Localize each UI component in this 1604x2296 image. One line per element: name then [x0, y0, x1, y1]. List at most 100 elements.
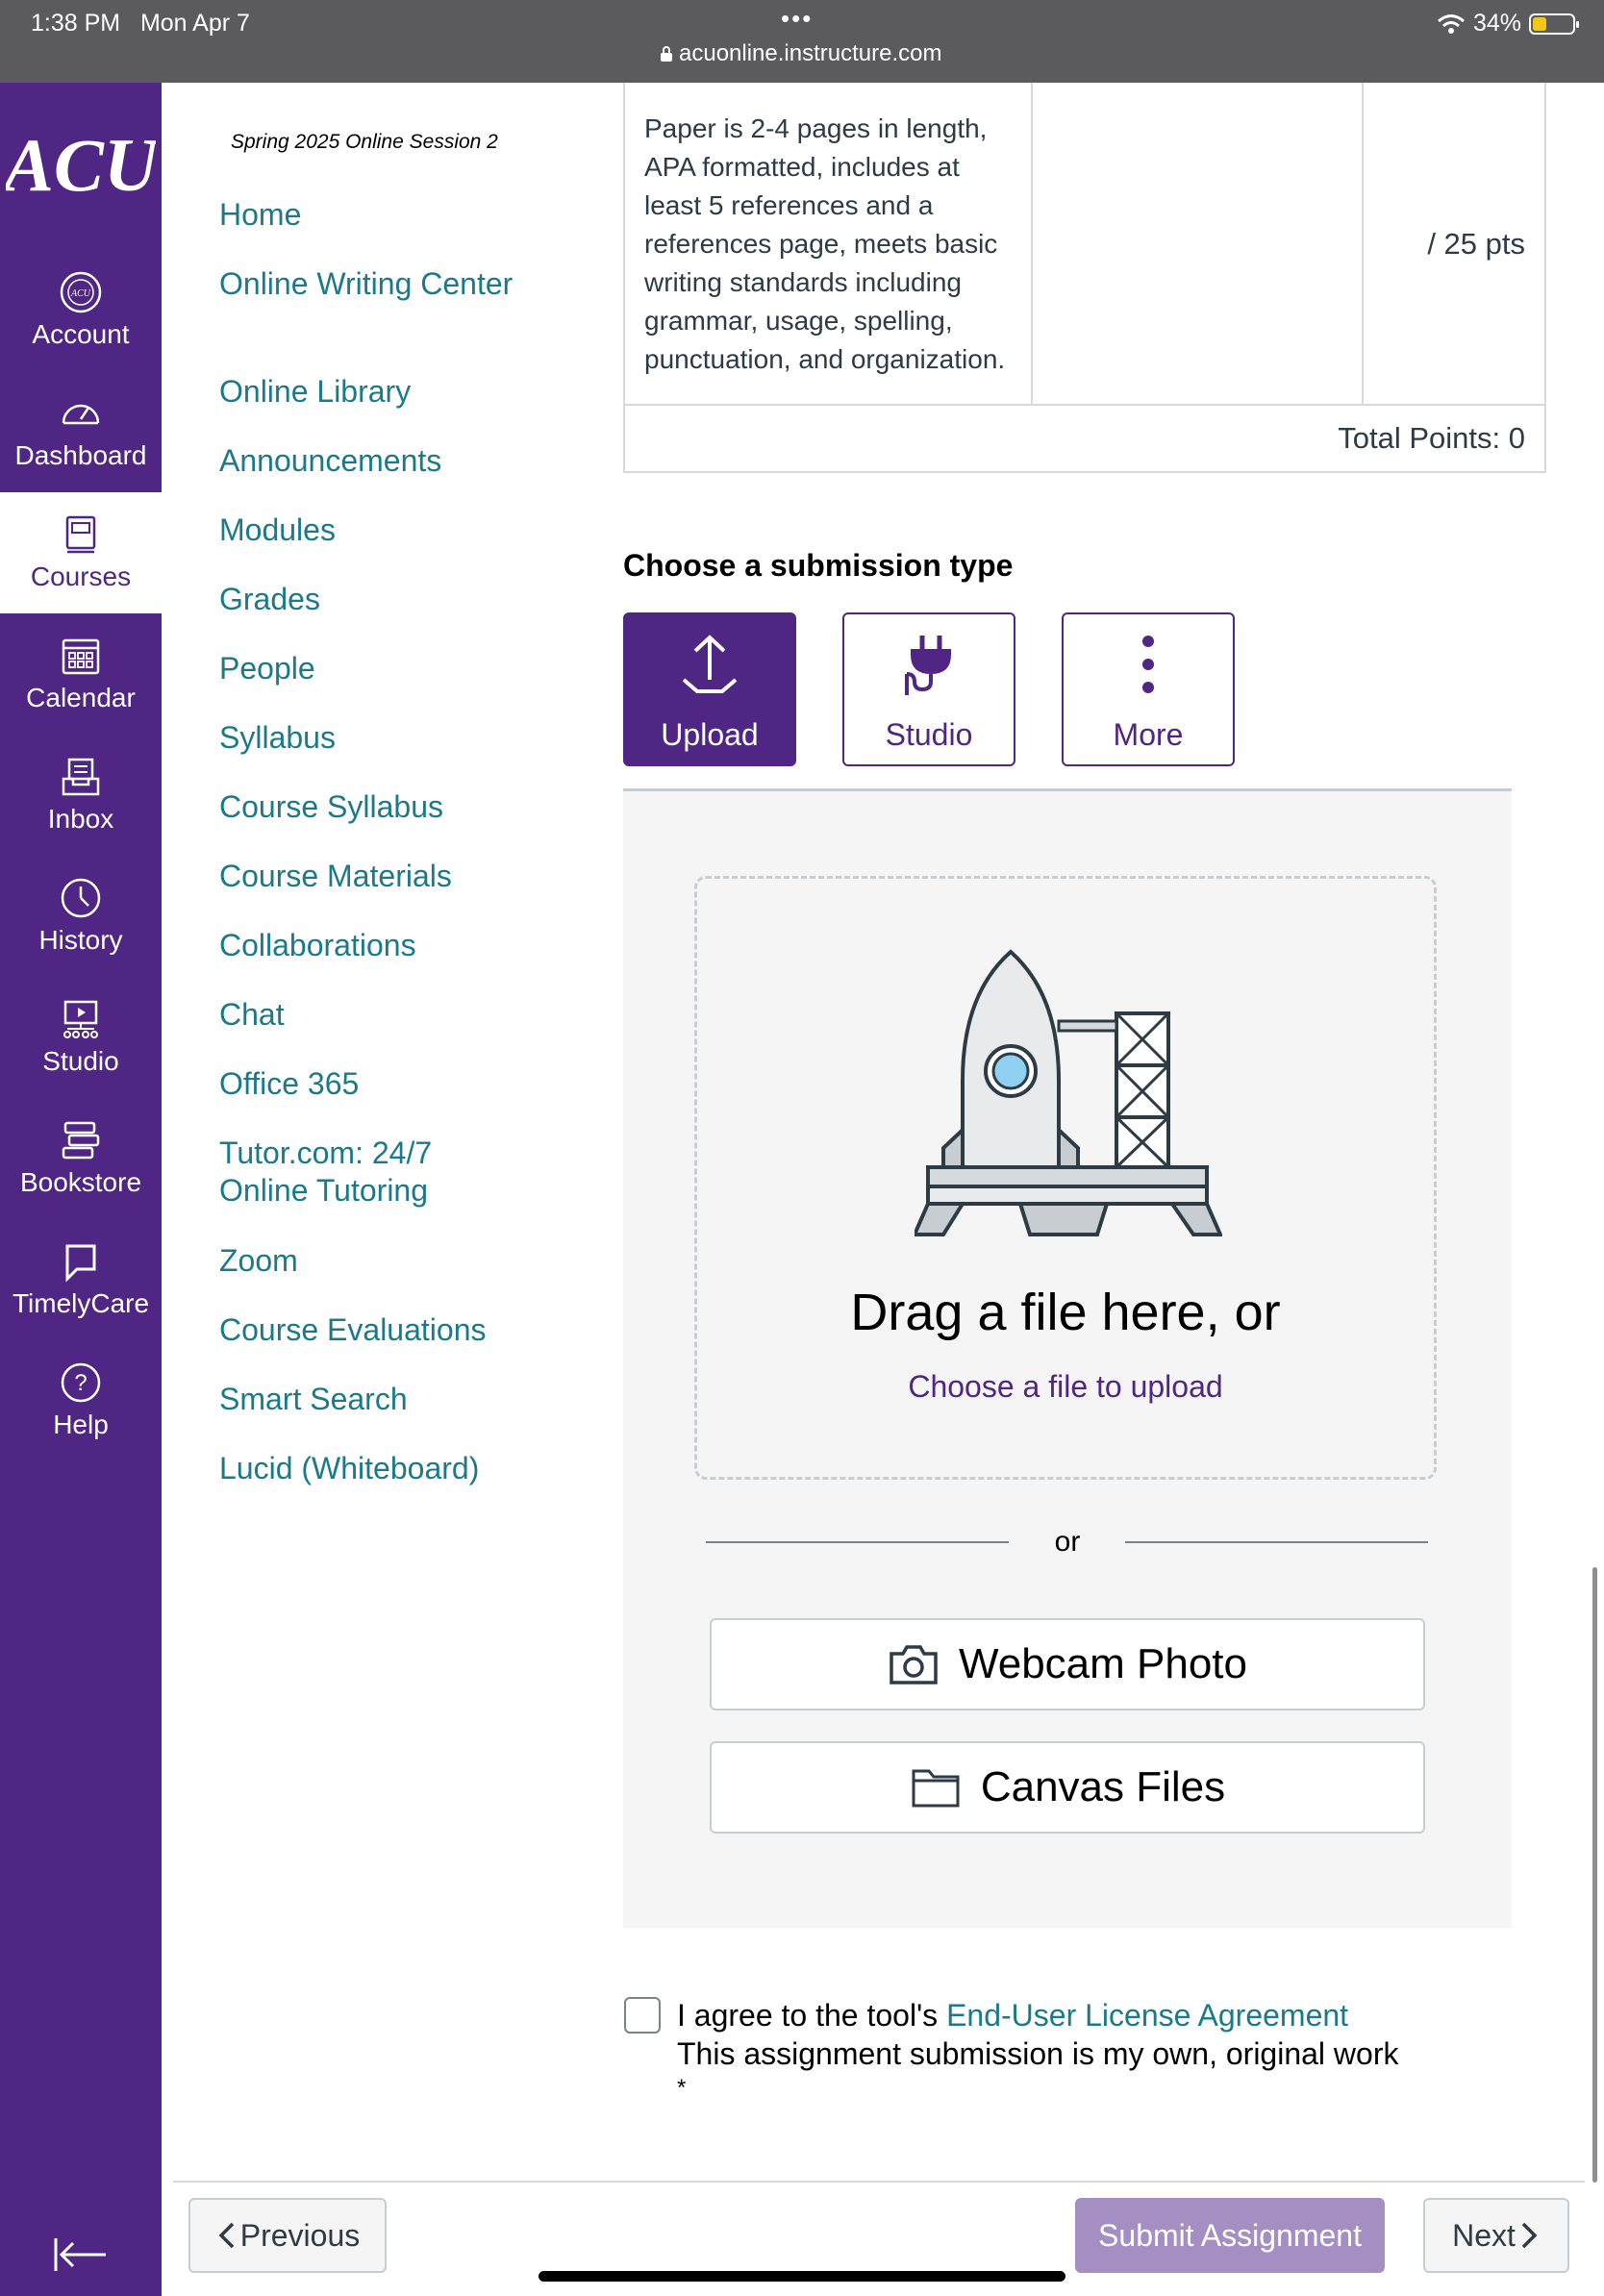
- nav-studio[interactable]: Studio: [0, 977, 162, 1098]
- drag-file-text: Drag a file here, or: [850, 1284, 1281, 1341]
- submission-type-heading: Choose a submission type: [623, 548, 1014, 583]
- collapse-nav-icon[interactable]: [52, 2231, 110, 2279]
- eula-text: I agree to the tool's End-User License A…: [677, 1998, 1349, 2033]
- course-nav-office-365[interactable]: Office 365: [219, 1065, 585, 1103]
- nav-label: Dashboard: [14, 440, 147, 470]
- upload-icon: [682, 635, 738, 693]
- acu-logo[interactable]: ACU: [0, 102, 162, 246]
- rubric-divider: [625, 404, 1544, 406]
- webcam-photo-label: Webcam Photo: [958, 1640, 1247, 1687]
- course-nav-people[interactable]: People: [219, 650, 585, 687]
- studio-icon: [63, 1000, 98, 1038]
- nav-dashboard[interactable]: Dashboard: [0, 371, 162, 492]
- scrollbar[interactable]: [1592, 1567, 1597, 2183]
- wifi-icon: [1437, 13, 1465, 34]
- help-icon: ?: [61, 1362, 101, 1403]
- svg-text:ACU: ACU: [70, 288, 91, 299]
- rubric-divider: [1031, 83, 1033, 404]
- submit-assignment-button[interactable]: Submit Assignment: [1075, 2198, 1385, 2273]
- course-nav-lucid[interactable]: Lucid (Whiteboard): [219, 1450, 585, 1487]
- previous-button[interactable]: Previous: [188, 2198, 387, 2273]
- plug-icon: [905, 636, 951, 695]
- status-indicators: 34%: [1437, 10, 1579, 37]
- upload-panel: Drag a file here, or Choose a file to up…: [623, 788, 1512, 1928]
- rubric-criterion: Paper is 2-4 pages in length, APA format…: [644, 113, 1006, 374]
- rubric-points: / 25 pts: [1427, 227, 1525, 261]
- status-time: 1:38 PM Mon Apr 7: [31, 10, 250, 37]
- more-tab-label: More: [1113, 717, 1184, 752]
- nav-help[interactable]: ? Help: [0, 1340, 162, 1461]
- nav-inbox[interactable]: Inbox: [0, 735, 162, 856]
- course-nav-zoom[interactable]: Zoom: [219, 1242, 585, 1280]
- url-text: acuonline.instructure.com: [679, 40, 942, 66]
- nav-label: TimelyCare: [12, 1288, 150, 1318]
- upload-tab-label: Upload: [661, 717, 759, 752]
- course-nav-grades[interactable]: Grades: [219, 581, 585, 618]
- svg-text:?: ?: [74, 1370, 87, 1396]
- course-nav-course-evaluations[interactable]: Course Evaluations: [219, 1311, 585, 1349]
- address-bar[interactable]: acuonline.instructure.com: [660, 40, 941, 67]
- rubric-total: Total Points: 0: [1338, 421, 1525, 455]
- folder-icon: [912, 1769, 960, 1808]
- nav-label: Courses: [30, 562, 132, 591]
- course-nav-course-syllabus[interactable]: Course Syllabus: [219, 788, 585, 826]
- home-indicator[interactable]: [539, 2271, 1065, 2282]
- nav-label: History: [38, 925, 123, 955]
- dashboard-icon: [62, 404, 100, 425]
- timelycare-icon: [65, 1244, 96, 1283]
- nav-label: Inbox: [47, 804, 114, 834]
- nav-account[interactable]: ACU Account: [0, 250, 162, 371]
- battery-percent: 34%: [1472, 10, 1521, 37]
- webcam-photo-button[interactable]: Webcam Photo: [710, 1618, 1425, 1710]
- battery-level: [1533, 16, 1546, 31]
- previous-label: Previous: [239, 2217, 361, 2253]
- canvas-files-button[interactable]: Canvas Files: [710, 1741, 1425, 1834]
- course-nav-smart-search[interactable]: Smart Search: [219, 1381, 585, 1418]
- acu-logo-icon: ACU: [6, 123, 156, 207]
- choose-file-link[interactable]: Choose a file to upload: [697, 1369, 1434, 1405]
- or-divider-text: or: [1054, 1526, 1081, 1558]
- account-icon: ACU: [60, 271, 102, 313]
- rocket-illustration-icon: [915, 949, 1222, 1236]
- nav-label: Studio: [42, 1046, 119, 1076]
- more-dots-icon[interactable]: •••: [781, 4, 813, 34]
- eula-checkbox[interactable]: [624, 1997, 661, 2034]
- calendar-icon: [62, 638, 100, 675]
- more-tab[interactable]: More: [1062, 612, 1235, 766]
- course-nav-chat[interactable]: Chat: [219, 996, 585, 1034]
- more-vertical-icon: [1142, 636, 1154, 693]
- next-button[interactable]: Next: [1423, 2198, 1569, 2273]
- file-dropzone[interactable]: Drag a file here, or Choose a file to up…: [694, 876, 1437, 1480]
- rubric-table: Paper is 2-4 pages in length, APA format…: [623, 83, 1546, 473]
- bookstore-icon: [62, 1121, 100, 1160]
- course-nav-collaborations[interactable]: Collaborations: [219, 927, 585, 964]
- course-nav-online-library[interactable]: Online Library: [219, 373, 585, 411]
- status-bar: 1:38 PM Mon Apr 7 ••• acuonline.instruct…: [0, 0, 1604, 83]
- studio-tab[interactable]: Studio: [842, 612, 1015, 766]
- lock-icon: [661, 46, 672, 62]
- nav-calendar[interactable]: Calendar: [0, 613, 162, 735]
- course-nav-course-materials[interactable]: Course Materials: [219, 858, 585, 895]
- inbox-icon: [62, 758, 100, 796]
- svg-text:ACU: ACU: [6, 123, 156, 207]
- nav-history[interactable]: History: [0, 856, 162, 977]
- upload-tab[interactable]: Upload: [623, 612, 796, 766]
- global-nav: ACU ACU Account Dashboard Courses Calend…: [0, 83, 162, 2296]
- battery-icon: [1529, 12, 1579, 35]
- nav-label: Help: [53, 1410, 109, 1439]
- course-nav-online-writing-center[interactable]: Online Writing Center: [219, 265, 585, 303]
- course-nav-syllabus[interactable]: Syllabus: [219, 719, 585, 757]
- required-mark: *: [677, 2075, 687, 2101]
- nav-bookstore[interactable]: Bookstore: [0, 1098, 162, 1219]
- course-nav-tutor[interactable]: Tutor.com: 24/7 Online Tutoring: [219, 1135, 450, 1210]
- rubric-divider: [1362, 83, 1364, 404]
- nav-timelycare[interactable]: TimelyCare: [0, 1219, 162, 1340]
- canvas-files-label: Canvas Files: [980, 1763, 1226, 1810]
- nav-courses[interactable]: Courses: [0, 492, 162, 613]
- own-work-statement: This assignment submission is my own, or…: [677, 2036, 1399, 2071]
- course-nav-announcements[interactable]: Announcements: [219, 442, 585, 480]
- course-nav-home[interactable]: Home: [219, 196, 585, 234]
- course-nav-modules[interactable]: Modules: [219, 512, 585, 549]
- eula-link[interactable]: End-User License Agreement: [946, 1998, 1348, 2033]
- studio-tab-label: Studio: [885, 717, 973, 752]
